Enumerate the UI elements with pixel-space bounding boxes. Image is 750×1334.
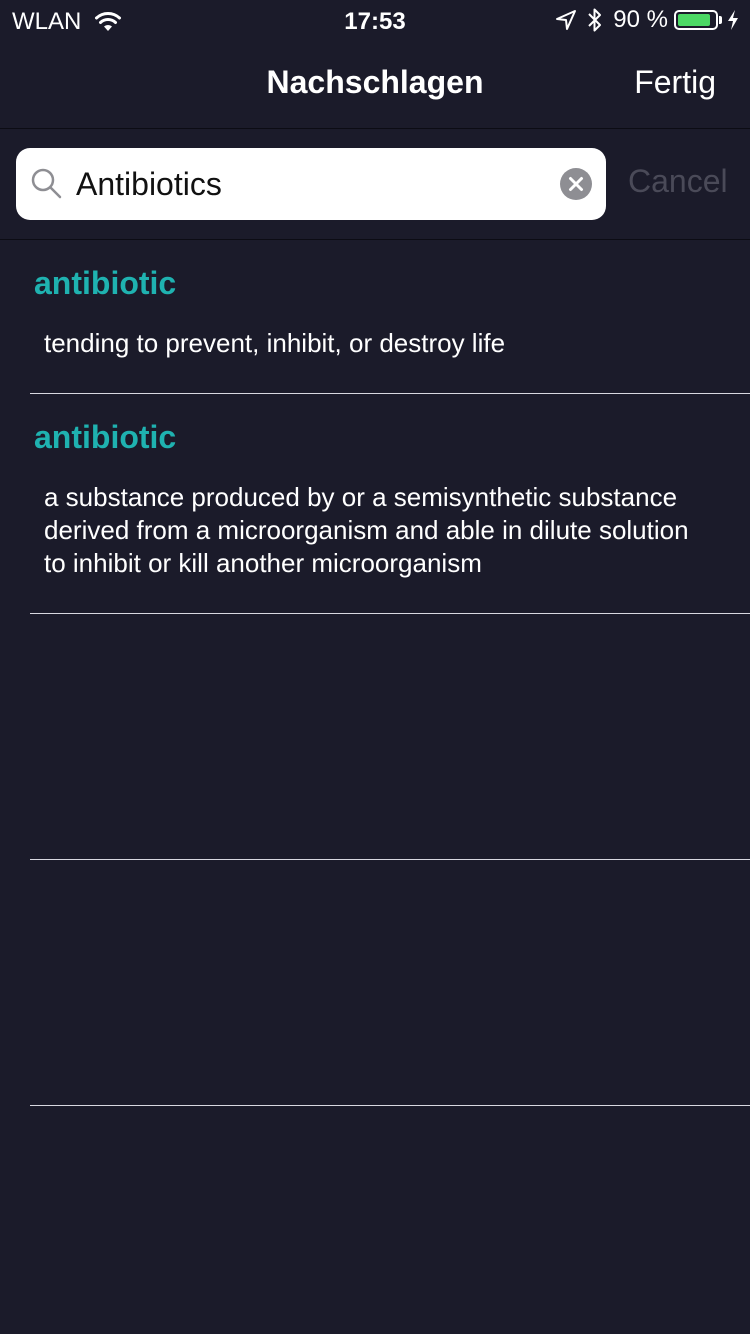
search-icon: [31, 168, 62, 199]
empty-list-row: [30, 614, 750, 860]
status-right: 90 %: [555, 6, 740, 34]
search-field[interactable]: [16, 148, 606, 220]
status-bar: WLAN 17:53 90 %: [0, 0, 750, 40]
charging-bolt-icon: [728, 10, 738, 30]
battery-tip: [719, 16, 722, 24]
empty-list-row: [30, 860, 750, 1106]
entry-title: antibiotic: [34, 265, 177, 301]
search-bar: Cancel: [0, 129, 750, 240]
location-arrow-icon: [556, 10, 577, 30]
list-item[interactable]: antibiotic tending to prevent, inhibit, …: [30, 240, 750, 394]
results-list: antibiotic tending to prevent, inhibit, …: [0, 240, 750, 1106]
battery-fill: [678, 14, 711, 26]
bluetooth-icon: [588, 8, 602, 32]
battery-percent: 90 %: [613, 6, 668, 33]
navigation-bar: Nachschlagen Fertig: [0, 40, 750, 129]
list-item[interactable]: antibiotic a substance produced by or a …: [30, 394, 750, 614]
cancel-button[interactable]: Cancel: [628, 163, 728, 200]
search-input[interactable]: [76, 148, 546, 220]
clear-icon[interactable]: [560, 168, 592, 200]
entry-definition: tending to prevent, inhibit, or destroy …: [44, 328, 506, 358]
entry-definition: a substance produced by or a semisynthet…: [44, 482, 689, 578]
entry-title: antibiotic: [34, 419, 177, 455]
battery-icon: [674, 10, 718, 30]
done-button[interactable]: Fertig: [634, 64, 716, 101]
dictionary-lookup-screen: WLAN 17:53 90 % Nachschlagen Fertig Anti…: [0, 0, 750, 1334]
